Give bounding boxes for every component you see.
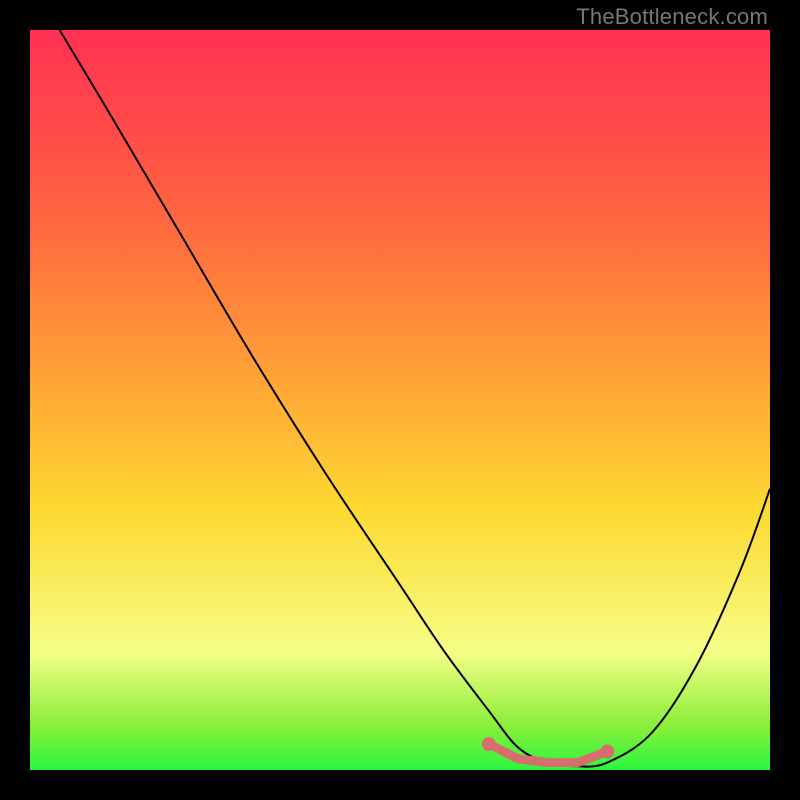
watermark-text: TheBottleneck.com (576, 4, 768, 30)
optimal-range-start-dot (482, 737, 496, 751)
optimal-range-end-dot (600, 745, 614, 759)
chart-overlay (30, 30, 770, 770)
bottleneck-curve (60, 30, 770, 767)
bottleneck-chart (30, 30, 770, 770)
optimal-range-line (489, 744, 607, 763)
